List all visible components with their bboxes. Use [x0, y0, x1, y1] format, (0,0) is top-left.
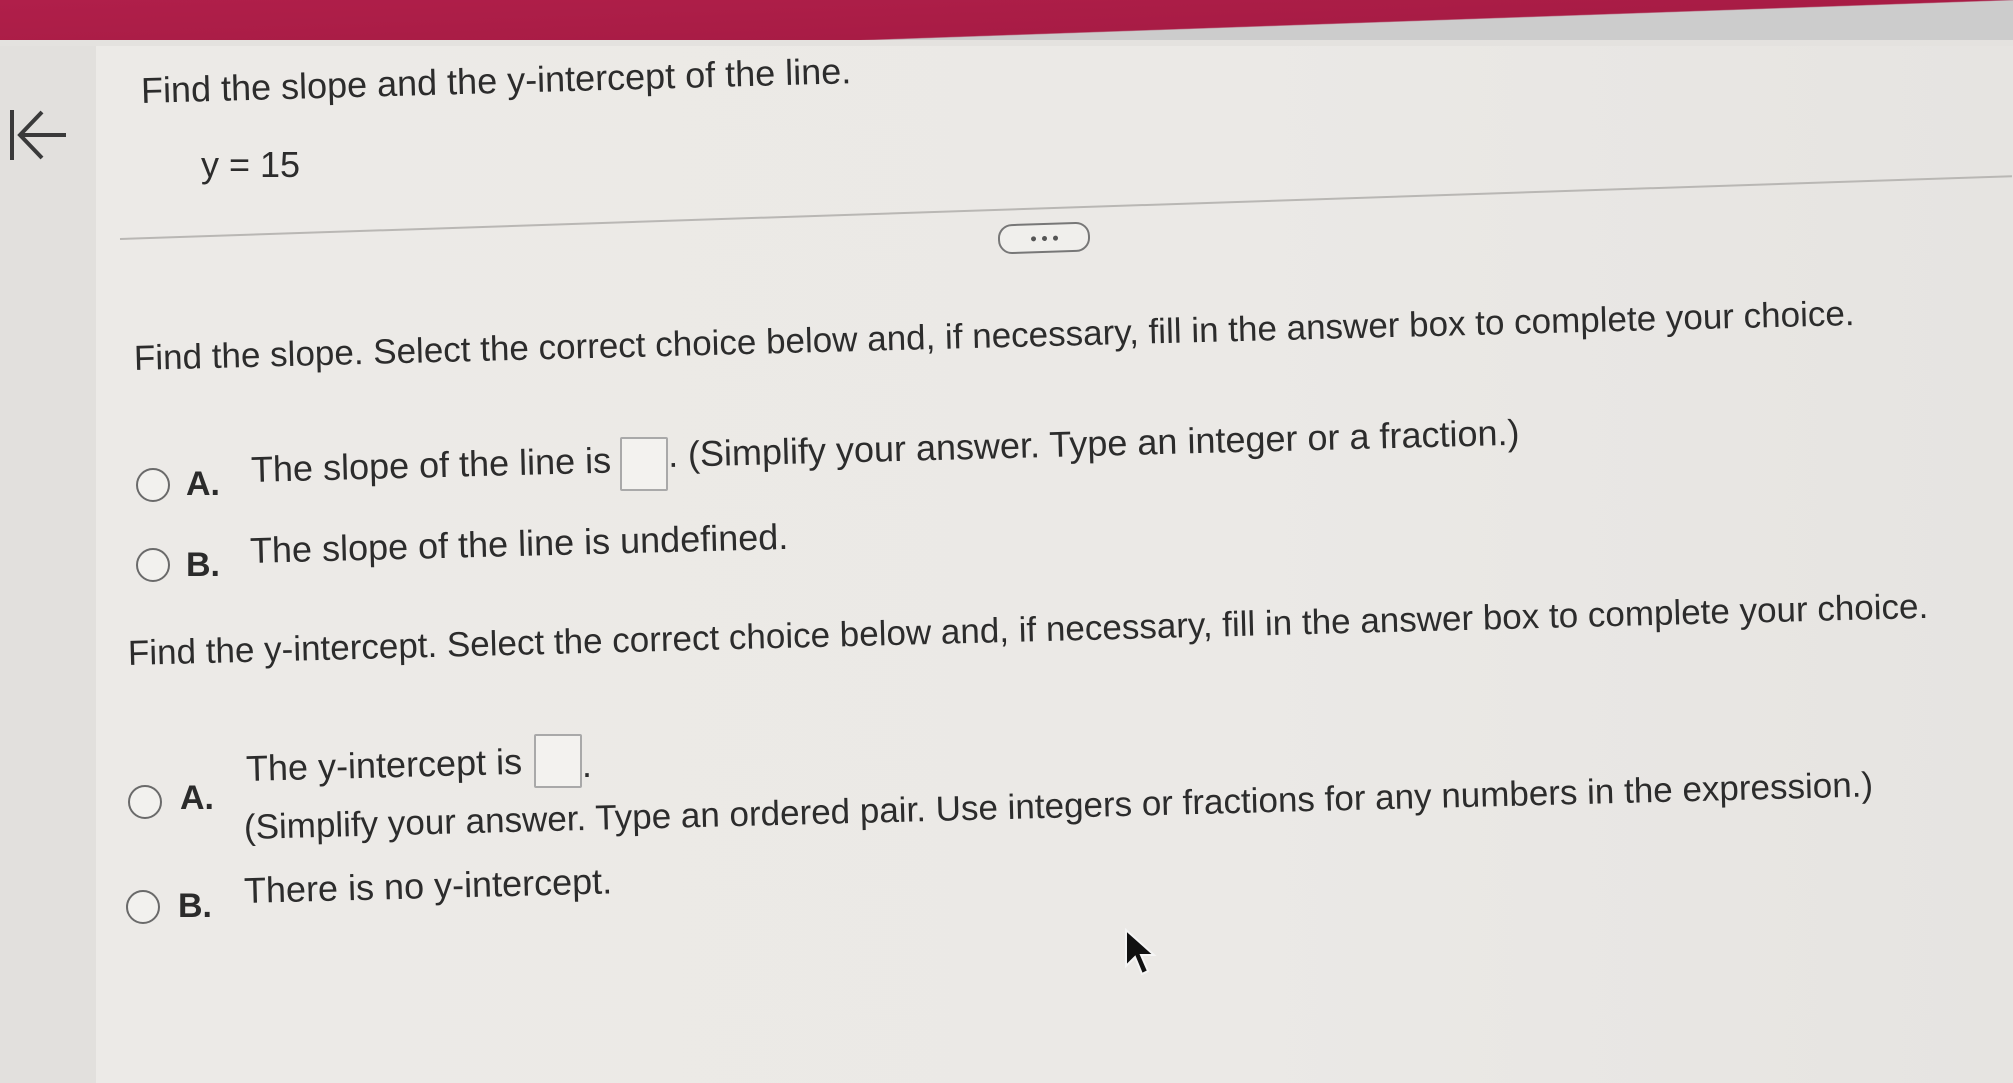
top-bar: [0, 0, 2013, 46]
intercept-choice-a-radio[interactable]: [128, 785, 162, 819]
left-rail: [0, 46, 98, 1083]
intercept-choice-a-letter: A.: [180, 779, 214, 817]
equation: y = 15: [201, 144, 301, 185]
slope-choice-b-radio[interactable]: [136, 548, 170, 582]
back-to-start-icon[interactable]: [4, 104, 68, 168]
intercept-answer-box[interactable]: [534, 734, 582, 788]
intercept-choice-b-letter: B.: [178, 887, 212, 925]
more-dots-icon[interactable]: [997, 221, 1091, 255]
intercept-choice-a-period: .: [582, 744, 593, 785]
intercept-choice-a-text: The y-intercept is: [245, 740, 523, 789]
mouse-pointer-icon: [1125, 928, 1157, 976]
slope-choice-a-letter: A.: [186, 465, 220, 503]
slope-choice-a-radio[interactable]: [136, 468, 170, 502]
intercept-choice-b-radio[interactable]: [126, 890, 160, 924]
slope-choice-b-letter: B.: [186, 546, 220, 584]
slope-answer-box[interactable]: [620, 437, 668, 491]
